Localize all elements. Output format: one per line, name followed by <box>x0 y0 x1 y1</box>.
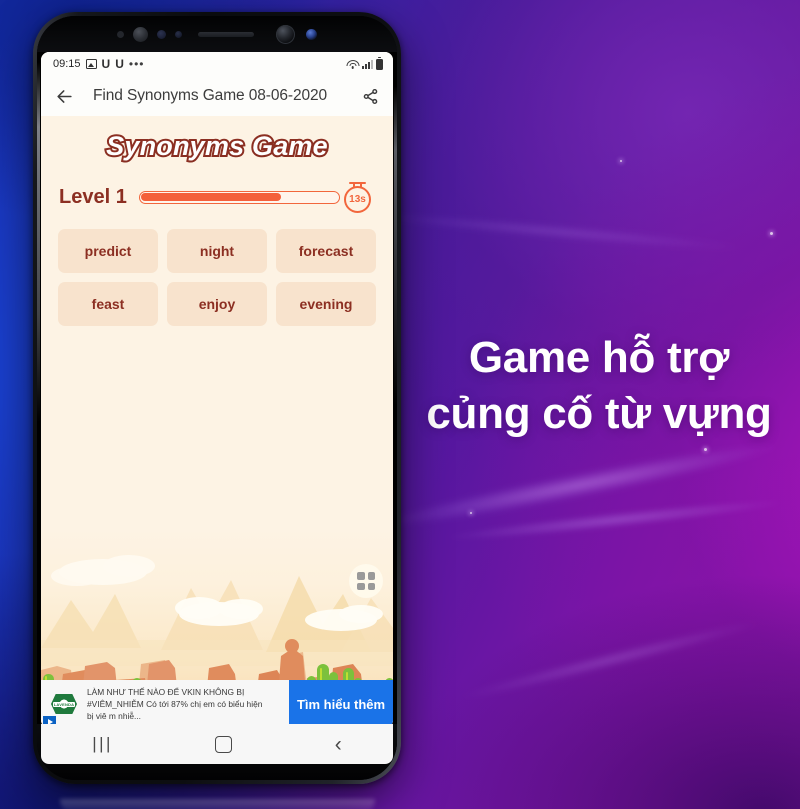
ad-line-2: #VIÊM_NHIỄM Có tới 87% chị em có biểu hi… <box>87 698 263 709</box>
android-nav-bar: ||| ‹ <box>41 724 393 764</box>
game-title: Synonyms Game <box>104 129 329 163</box>
level-label: Level 1 <box>59 186 127 208</box>
app-bar-title: Find Synonyms Game 08-06-2020 <box>93 87 328 104</box>
timer-value: 13s <box>344 186 371 213</box>
grid-apps-icon[interactable] <box>349 564 383 598</box>
u-icon: U <box>115 57 124 71</box>
grid-cell <box>357 582 365 590</box>
sparkle-dot <box>620 160 622 162</box>
ad-cta-button[interactable]: Tìm hiểu thêm <box>289 680 393 728</box>
proximity-sensor-icon <box>117 30 124 38</box>
background-vignette-bottom-right <box>340 509 800 809</box>
ad-banner[interactable]: LAVENDA LÀM NHƯ THẾ NÀO ĐỂ VKIN KHÔNG BỊ… <box>41 680 393 728</box>
light-sensor-icon <box>157 29 166 39</box>
recents-icon[interactable]: ||| <box>92 734 113 754</box>
word-tile[interactable]: evening <box>276 282 376 326</box>
battery-icon <box>376 56 383 70</box>
iris-scanner-icon <box>133 26 148 42</box>
desert-scene: LAVENDA LÀM NHƯ THẾ NÀO ĐỂ VKIN KHÔNG BỊ… <box>41 528 393 728</box>
phone-top-bezel <box>37 16 397 52</box>
timer-badge: 13s <box>344 182 375 213</box>
grid-cell <box>367 582 375 590</box>
marketing-headline: Game hỗ trợ củng cố từ vựng <box>404 330 794 443</box>
ad-line-1: LÀM NHƯ THẾ NÀO ĐỂ VKIN KHÔNG BỊ <box>87 686 245 697</box>
back-chevron-icon[interactable]: ‹ <box>335 734 342 755</box>
word-tile[interactable]: feast <box>58 282 158 326</box>
secondary-camera-icon <box>306 28 317 40</box>
word-tile[interactable]: forecast <box>276 229 376 273</box>
timer-progress-bar <box>138 191 340 205</box>
sparkle-dot <box>704 448 707 451</box>
advertiser-logo: LAVENDA <box>51 694 77 714</box>
sparkle-dot <box>770 232 773 235</box>
share-icon[interactable] <box>359 85 381 107</box>
marketing-line-1: Game hỗ trợ <box>468 333 730 382</box>
sensor-dot-icon <box>175 30 182 38</box>
wifi-icon <box>346 59 359 69</box>
sparkle-dot <box>470 512 472 514</box>
word-tile[interactable]: enjoy <box>167 282 267 326</box>
phone-edge-highlight <box>37 62 40 422</box>
earpiece-speaker <box>198 31 254 37</box>
phone-screen: 09:15 U U ••• Find Synonyms Game 08-06-2… <box>41 52 393 728</box>
signal-icon <box>362 59 373 69</box>
home-icon[interactable] <box>215 735 233 753</box>
advertiser-logo-text: LAVENDA <box>52 701 76 707</box>
front-camera-icon <box>276 24 295 44</box>
image-icon <box>85 59 97 69</box>
status-bar: 09:15 U U ••• <box>41 52 393 76</box>
ad-line-3: bị viê m nhiễ... <box>87 711 141 722</box>
u-icon: U <box>101 57 111 71</box>
progress-fill <box>141 193 282 201</box>
status-bar-time: 09:15 <box>53 58 81 70</box>
level-row: Level 1 13s <box>41 182 393 213</box>
ad-text: LÀM NHƯ THẾ NÀO ĐỂ VKIN KHÔNG BỊ #VIÊM_N… <box>87 680 289 728</box>
app-bar: Find Synonyms Game 08-06-2020 <box>41 76 393 116</box>
ad-logo-container: LAVENDA <box>41 680 87 728</box>
more-dots-icon: ••• <box>128 57 145 71</box>
grid-cell <box>357 572 365 580</box>
phone-mockup: 09:15 U U ••• Find Synonyms Game 08-06-2… <box>33 12 401 784</box>
game-content: Synonyms Game Level 1 13s predict night … <box>41 116 393 728</box>
marketing-line-2: củng cố từ vựng <box>426 389 772 439</box>
word-tile-grid: predict night forecast feast enjoy eveni… <box>41 213 393 326</box>
word-tile[interactable]: night <box>167 229 267 273</box>
arrow-left-icon[interactable] <box>53 85 75 107</box>
phone-edge-highlight <box>394 86 397 406</box>
grid-cell <box>367 572 375 580</box>
word-tile[interactable]: predict <box>58 229 158 273</box>
phone-reflection <box>60 799 375 809</box>
